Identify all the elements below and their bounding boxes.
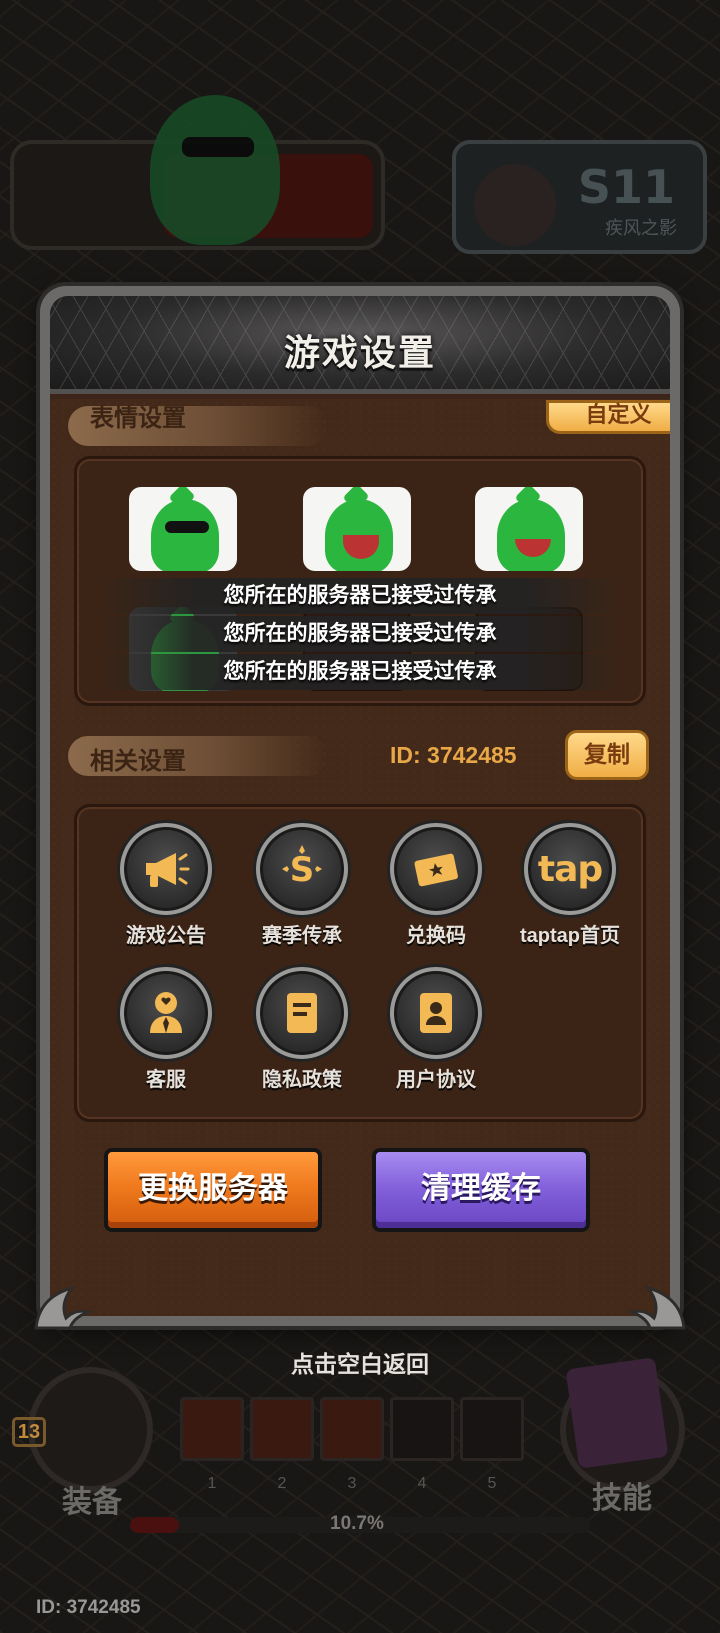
bottom-bar: 13 装备 技能 1 2 3 4 5 10.7% ID: 3742485 [0,1335,720,1633]
privacy-policy-label: 隐私政策 [262,1069,342,1091]
related-section-label: 相关设置 [90,748,186,775]
customer-service-icon [120,967,212,1059]
season-s-icon: S [256,823,348,915]
corner-ornament-left [34,1285,93,1330]
emote-custom-label: 自定义 [585,402,652,427]
dialog-title: 游戏设置 [283,332,436,373]
user-agreement-label: 用户协议 [396,1069,476,1091]
toast-message: 您所在的服务器已接受过传承 [100,654,620,690]
skill-slot [390,1397,454,1461]
settings-grid: 游戏公告 S 赛季传承 兑换码 tap taptap首页 客服 隐私政策 用户协… [74,804,646,1122]
related-section-header: 相关设置 [68,736,328,776]
settings-dialog: 游戏设置 表情设置 自定义 您所在的服务器已接受过传承 您所在的服务器已接受过传… [34,286,686,1330]
toast-message: 您所在的服务器已接受过传承 [100,578,620,614]
footer-player-id: ID: 3742485 [36,1597,141,1618]
privacy-policy-button[interactable]: 隐私政策 [237,967,367,1092]
taptap-icon: tap [524,823,616,915]
hero-frog-character [150,95,280,245]
level-badge: 13 [12,1417,46,1447]
skill-slot [250,1397,314,1461]
slot-number: 5 [487,1475,497,1492]
emote-custom-button[interactable]: 自定义 [546,400,670,434]
season-subtitle: 疾风之影 [605,218,677,238]
skill-slots [180,1397,524,1461]
tap-blank-to-return-hint: 点击空白返回 [291,1351,429,1377]
skill-label: 技能 [592,1482,652,1515]
corner-ornament-right [627,1285,686,1330]
settings-dialog-inner: 游戏设置 表情设置 自定义 您所在的服务器已接受过传承 您所在的服务器已接受过传… [50,296,670,1316]
slot-number: 1 [207,1475,217,1492]
emote-section-label: 表情设置 [90,405,186,432]
document-icon [256,967,348,1059]
dialog-header: 游戏设置 [50,296,670,394]
megaphone-icon [120,823,212,915]
copy-id-button[interactable]: 复制 [565,730,649,780]
customer-service-label: 客服 [146,1069,186,1091]
season-badge: S11 [577,160,675,214]
season-inherit-label: 赛季传承 [262,925,342,947]
game-announcement-button[interactable]: 游戏公告 [101,823,231,948]
ticket-icon [390,823,482,915]
skill-slot [180,1397,244,1461]
slot-number: 4 [417,1475,427,1492]
redeem-code-button[interactable]: 兑换码 [371,823,501,948]
taptap-home-label: taptap首页 [520,925,620,947]
season-character [474,164,556,246]
equip-label: 装备 [62,1486,122,1519]
emote-cool-frog[interactable] [129,487,237,571]
progress-text: 10.7% [330,1513,384,1534]
emote-shouting-frog[interactable] [303,487,411,571]
taptap-home-button[interactable]: tap taptap首页 [505,823,635,948]
slot-number: 3 [347,1475,357,1492]
clear-cache-button[interactable]: 清理缓存 [372,1148,590,1232]
id-card-icon [390,967,482,1059]
equip-avatar [28,1367,153,1492]
progress-fill [130,1517,180,1533]
player-id: ID: 3742485 [390,742,517,768]
slot-number: 2 [277,1475,287,1492]
season-inherit-button[interactable]: S 赛季传承 [237,823,367,948]
toast-message: 您所在的服务器已接受过传承 [100,616,620,652]
user-agreement-button[interactable]: 用户协议 [371,967,501,1092]
customer-service-button[interactable]: 客服 [101,967,231,1092]
game-announcement-label: 游戏公告 [126,925,206,947]
emote-section-header: 表情设置 [68,405,328,446]
svg-text:S: S [290,850,315,890]
skill-slot [460,1397,524,1461]
redeem-code-label: 兑换码 [406,925,466,947]
season-banner: S11 疾风之影 [452,140,707,254]
slot-numbers: 1 2 3 4 5 [180,1475,524,1493]
skill-slot [320,1397,384,1461]
taptap-glyph: tap [537,848,603,890]
change-server-button[interactable]: 更换服务器 [104,1148,322,1232]
emote-tongue-frog[interactable] [475,487,583,571]
